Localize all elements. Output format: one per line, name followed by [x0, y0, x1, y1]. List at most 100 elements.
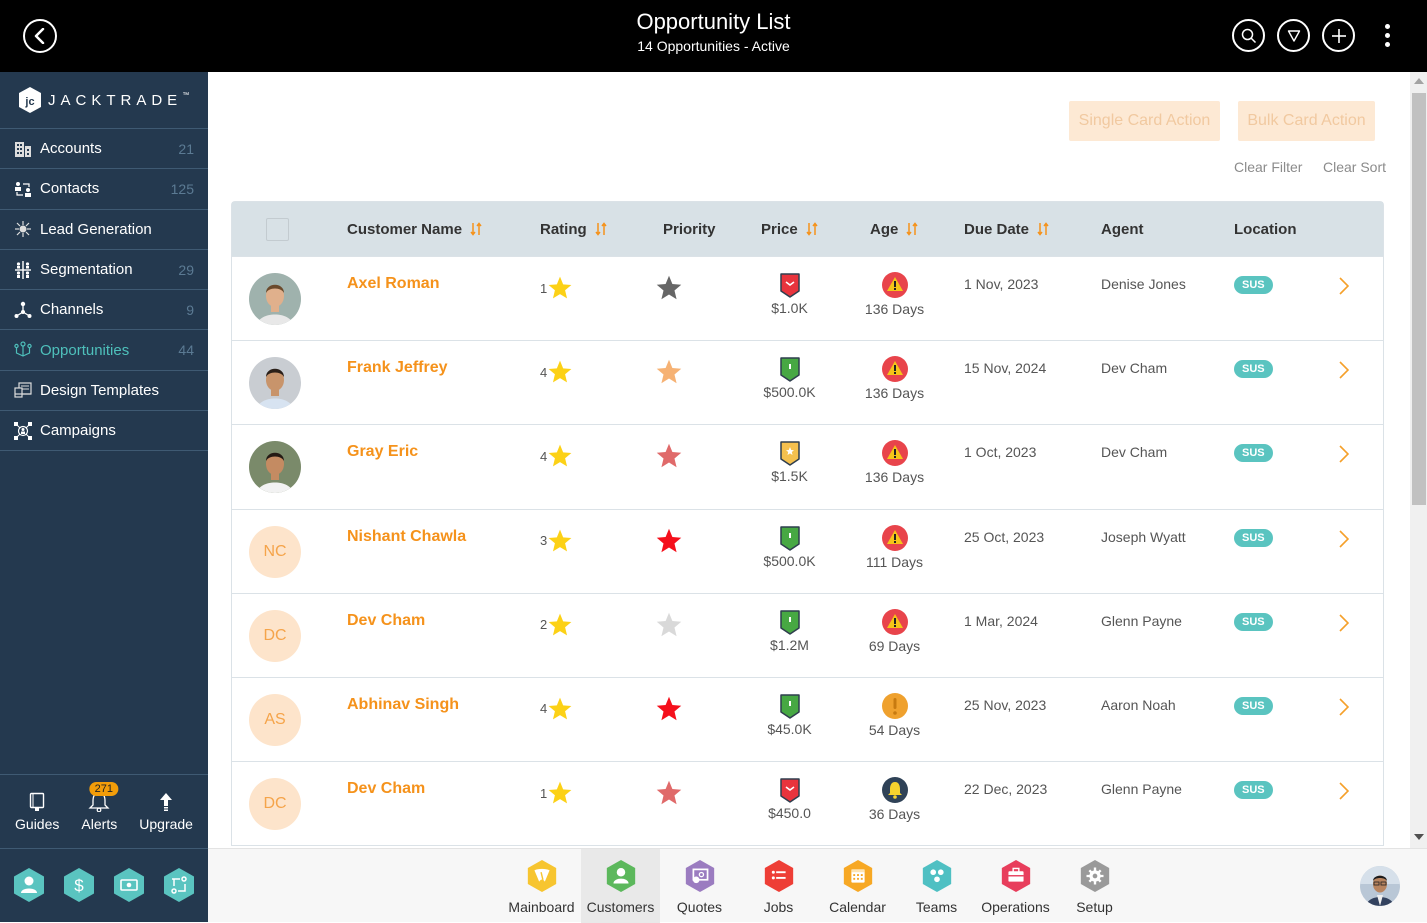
- open-row-button[interactable]: [1339, 445, 1350, 468]
- sidebar-item-design-templates[interactable]: Design Templates: [0, 371, 208, 412]
- table-row[interactable]: AS Abhinav Singh 4 $45.0K 54 Days 25 Nov…: [232, 676, 1383, 762]
- user-avatar[interactable]: [1360, 866, 1400, 906]
- age: 111 Days: [847, 524, 942, 570]
- customer-name-link[interactable]: Dev Cham: [347, 780, 425, 798]
- tab-customers[interactable]: Customers: [581, 849, 660, 923]
- alerts-button[interactable]: 271 Alerts: [81, 781, 119, 832]
- more-options-button[interactable]: [1377, 19, 1397, 52]
- select-all-checkbox[interactable]: [266, 218, 289, 241]
- customer-name-link[interactable]: Dev Cham: [347, 612, 425, 630]
- agent-name: Glenn Payne: [1101, 612, 1182, 629]
- sidebar-item-channels[interactable]: Channels 9: [0, 290, 208, 331]
- tab-setup[interactable]: Setup: [1055, 849, 1134, 923]
- table-row[interactable]: Gray Eric 4 $1.5K 136 Days 1 Oct, 2023 D…: [232, 424, 1383, 509]
- vertical-scrollbar[interactable]: [1410, 72, 1427, 848]
- open-row-button[interactable]: [1339, 782, 1350, 805]
- table-row[interactable]: NC Nishant Chawla 3 $500.0K 111 Days 25 …: [232, 508, 1383, 593]
- scroll-up-arrow[interactable]: [1414, 78, 1424, 84]
- customer-name-link[interactable]: Frank Jeffrey: [347, 359, 448, 377]
- tab-teams[interactable]: Teams: [897, 849, 976, 923]
- sidebar-item-label: Campaigns: [40, 422, 116, 440]
- tab-operations[interactable]: Operations: [976, 849, 1055, 923]
- priority-star[interactable]: [655, 527, 683, 560]
- page-title: Opportunity List: [636, 9, 791, 34]
- customer-avatar[interactable]: [249, 441, 301, 494]
- sidebar-item-segmentation[interactable]: Segmentation 29: [0, 250, 208, 291]
- customer-avatar[interactable]: [249, 273, 301, 325]
- add-button[interactable]: [1322, 19, 1355, 52]
- open-row-button[interactable]: [1339, 361, 1350, 384]
- customer-initials-avatar[interactable]: AS: [249, 693, 301, 746]
- priority-star[interactable]: [655, 442, 683, 475]
- tab-calendar[interactable]: Calendar: [818, 849, 897, 923]
- priority-star[interactable]: [655, 358, 683, 391]
- user-photo: [1360, 866, 1400, 906]
- customer-name-link[interactable]: Axel Roman: [347, 275, 439, 293]
- scroll-thumb[interactable]: [1412, 93, 1426, 505]
- filter-button[interactable]: [1277, 19, 1310, 52]
- table-row[interactable]: DC Dev Cham 2 $1.2M 69 Days 1 Mar, 2024 …: [232, 592, 1383, 677]
- column-due-date[interactable]: Due Date: [964, 221, 1049, 238]
- sort-icon: [595, 222, 607, 236]
- tab-quotes[interactable]: Quotes: [660, 849, 739, 923]
- priority-star-icon: [656, 444, 682, 468]
- sidebar-item-count: 29: [178, 261, 194, 278]
- priority-star[interactable]: [655, 274, 683, 307]
- priority-star[interactable]: [655, 779, 683, 812]
- agent-name: Aaron Noah: [1101, 696, 1176, 713]
- svg-text:jc: jc: [24, 96, 34, 108]
- customer-name-link[interactable]: Abhinav Singh: [347, 696, 459, 714]
- tab-mainboard[interactable]: Mainboard: [502, 849, 581, 923]
- column-rating[interactable]: Rating: [540, 221, 607, 238]
- page-title-block: Opportunity List 14 Opportunities - Acti…: [0, 8, 1427, 55]
- clear-sort-link[interactable]: Clear Sort: [1323, 159, 1386, 175]
- priority-star[interactable]: [655, 695, 683, 728]
- open-row-button[interactable]: [1339, 614, 1350, 637]
- open-row-button[interactable]: [1339, 277, 1350, 300]
- table-row[interactable]: Axel Roman 1 $1.0K 136 Days 1 Nov, 2023 …: [232, 256, 1383, 341]
- customer-avatar[interactable]: [249, 357, 301, 410]
- brand-logo[interactable]: jc JACKTRADE™: [0, 72, 208, 129]
- sidebar-item-lead-generation[interactable]: Lead Generation: [0, 210, 208, 250]
- single-card-action-button[interactable]: Single Card Action: [1069, 101, 1220, 141]
- guides-button[interactable]: Guides: [15, 792, 59, 832]
- tab-label: Mainboard: [508, 899, 575, 915]
- customer-name-link[interactable]: Nishant Chawla: [347, 528, 466, 546]
- price: $45.0K: [742, 693, 837, 737]
- price: $1.0K: [742, 272, 837, 316]
- price-value: $1.5K: [771, 468, 808, 485]
- customer-name-link[interactable]: Gray Eric: [347, 443, 418, 461]
- sidebar-item-contacts[interactable]: Contacts 125: [0, 169, 208, 210]
- sidebar-item-campaigns[interactable]: Campaigns: [0, 411, 208, 452]
- dollar-hex-icon[interactable]: $: [63, 868, 95, 902]
- person-hex-icon[interactable]: [13, 868, 45, 902]
- customer-initials-avatar[interactable]: DC: [249, 778, 301, 831]
- priority-star-icon: [656, 612, 682, 636]
- upgrade-button[interactable]: Upgrade: [139, 792, 193, 832]
- main-content: Single Card Action Bulk Card Action Clea…: [208, 72, 1410, 848]
- table-row[interactable]: Frank Jeffrey 4 $500.0K 136 Days 15 Nov,…: [232, 340, 1383, 425]
- customer-initials-avatar[interactable]: NC: [249, 525, 301, 578]
- customer-initials-avatar[interactable]: DC: [249, 609, 301, 662]
- design-templates-icon: [13, 381, 33, 399]
- sidebar-item-opportunities[interactable]: Opportunities 44: [0, 330, 208, 371]
- rating-value: 3: [540, 533, 548, 549]
- open-row-button[interactable]: [1339, 698, 1350, 721]
- priority-star[interactable]: [655, 611, 683, 644]
- agent-name: Denise Jones: [1101, 276, 1186, 292]
- table-row[interactable]: DC Dev Cham 1 $450.0 36 Days 22 Dec, 202…: [232, 761, 1383, 846]
- column-customer-name[interactable]: Customer Name: [347, 221, 482, 238]
- search-button[interactable]: [1232, 19, 1265, 52]
- open-row-button[interactable]: [1339, 529, 1350, 553]
- scroll-down-arrow[interactable]: [1414, 834, 1424, 840]
- money-hex-icon[interactable]: [113, 868, 145, 902]
- column-price[interactable]: Price: [761, 221, 818, 238]
- age-value: 111 Days: [865, 553, 924, 570]
- column-age[interactable]: Age: [870, 221, 918, 238]
- workflow-hex-icon[interactable]: [163, 868, 195, 902]
- bulk-card-action-button[interactable]: Bulk Card Action: [1238, 101, 1375, 141]
- clear-filter-link[interactable]: Clear Filter: [1234, 159, 1302, 175]
- campaigns-icon: [13, 421, 33, 440]
- sidebar-item-accounts[interactable]: Accounts 21: [0, 129, 208, 170]
- tab-jobs[interactable]: Jobs: [739, 849, 818, 923]
